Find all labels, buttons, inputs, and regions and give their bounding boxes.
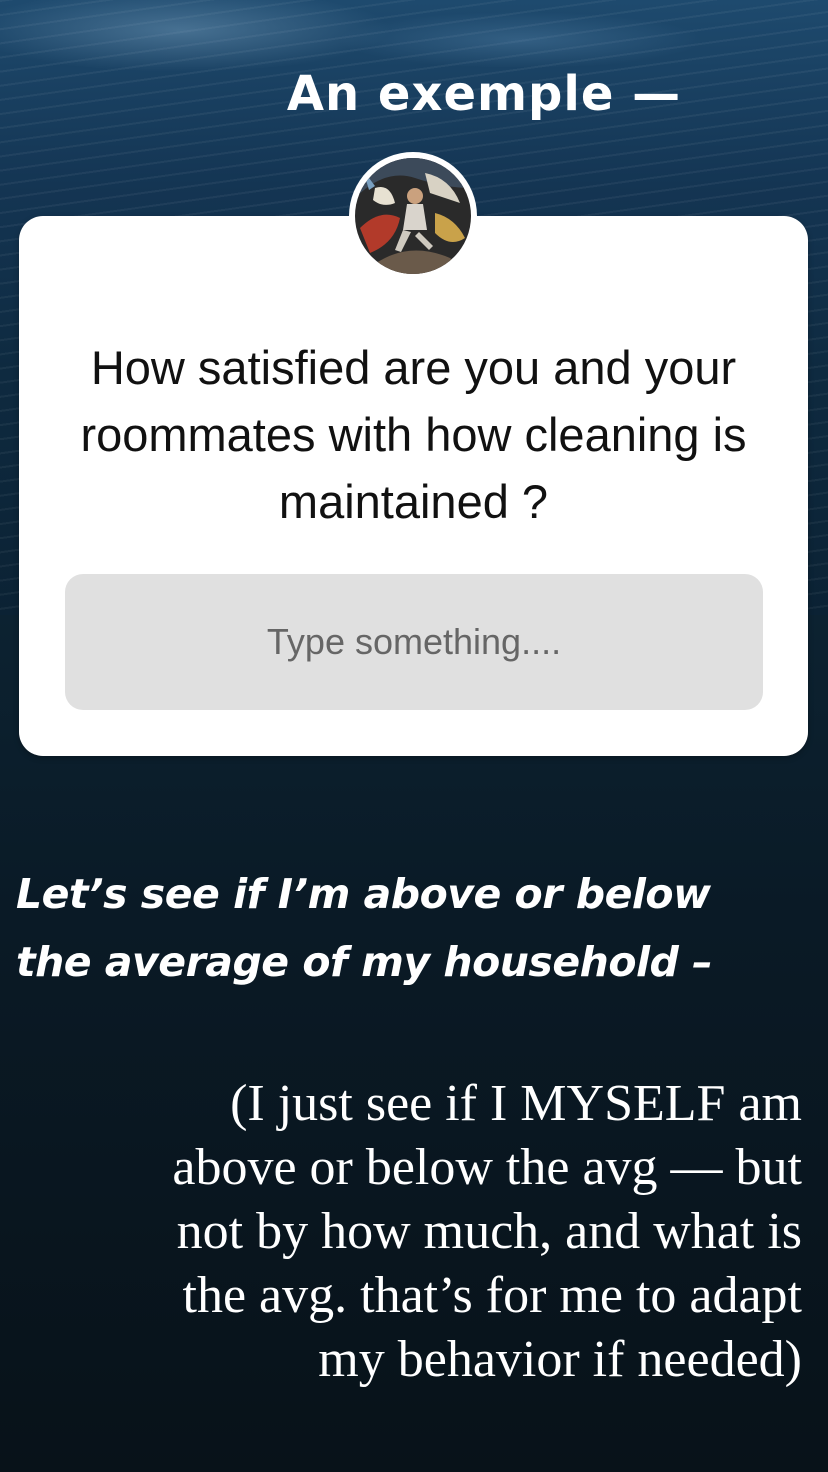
note-line-5: my behavior if needed)	[318, 1331, 802, 1388]
story-title: An exemple —	[286, 66, 682, 122]
caption: Let’s see if I’m above or below the aver…	[16, 860, 816, 996]
avatar-image	[355, 158, 471, 274]
note-line-4: the avg. that’s for me to adapt	[182, 1267, 802, 1324]
note-line-2: above or below the avg — but	[172, 1139, 802, 1196]
avatar	[349, 152, 477, 280]
note-text: (I just see if I MYSELF am above or belo…	[60, 1072, 802, 1392]
note-line-1: (I just see if I MYSELF am	[230, 1075, 802, 1132]
caption-line-1: Let’s see if I’m above or below	[16, 870, 711, 918]
note-line-3: not by how much, and what is	[176, 1203, 802, 1260]
question-card: How satisfied are you and your roommates…	[19, 216, 808, 756]
question-text: How satisfied are you and your roommates…	[80, 341, 747, 528]
answer-input[interactable]: Type something....	[65, 574, 763, 710]
caption-line-2: the average of my household –	[16, 938, 713, 986]
